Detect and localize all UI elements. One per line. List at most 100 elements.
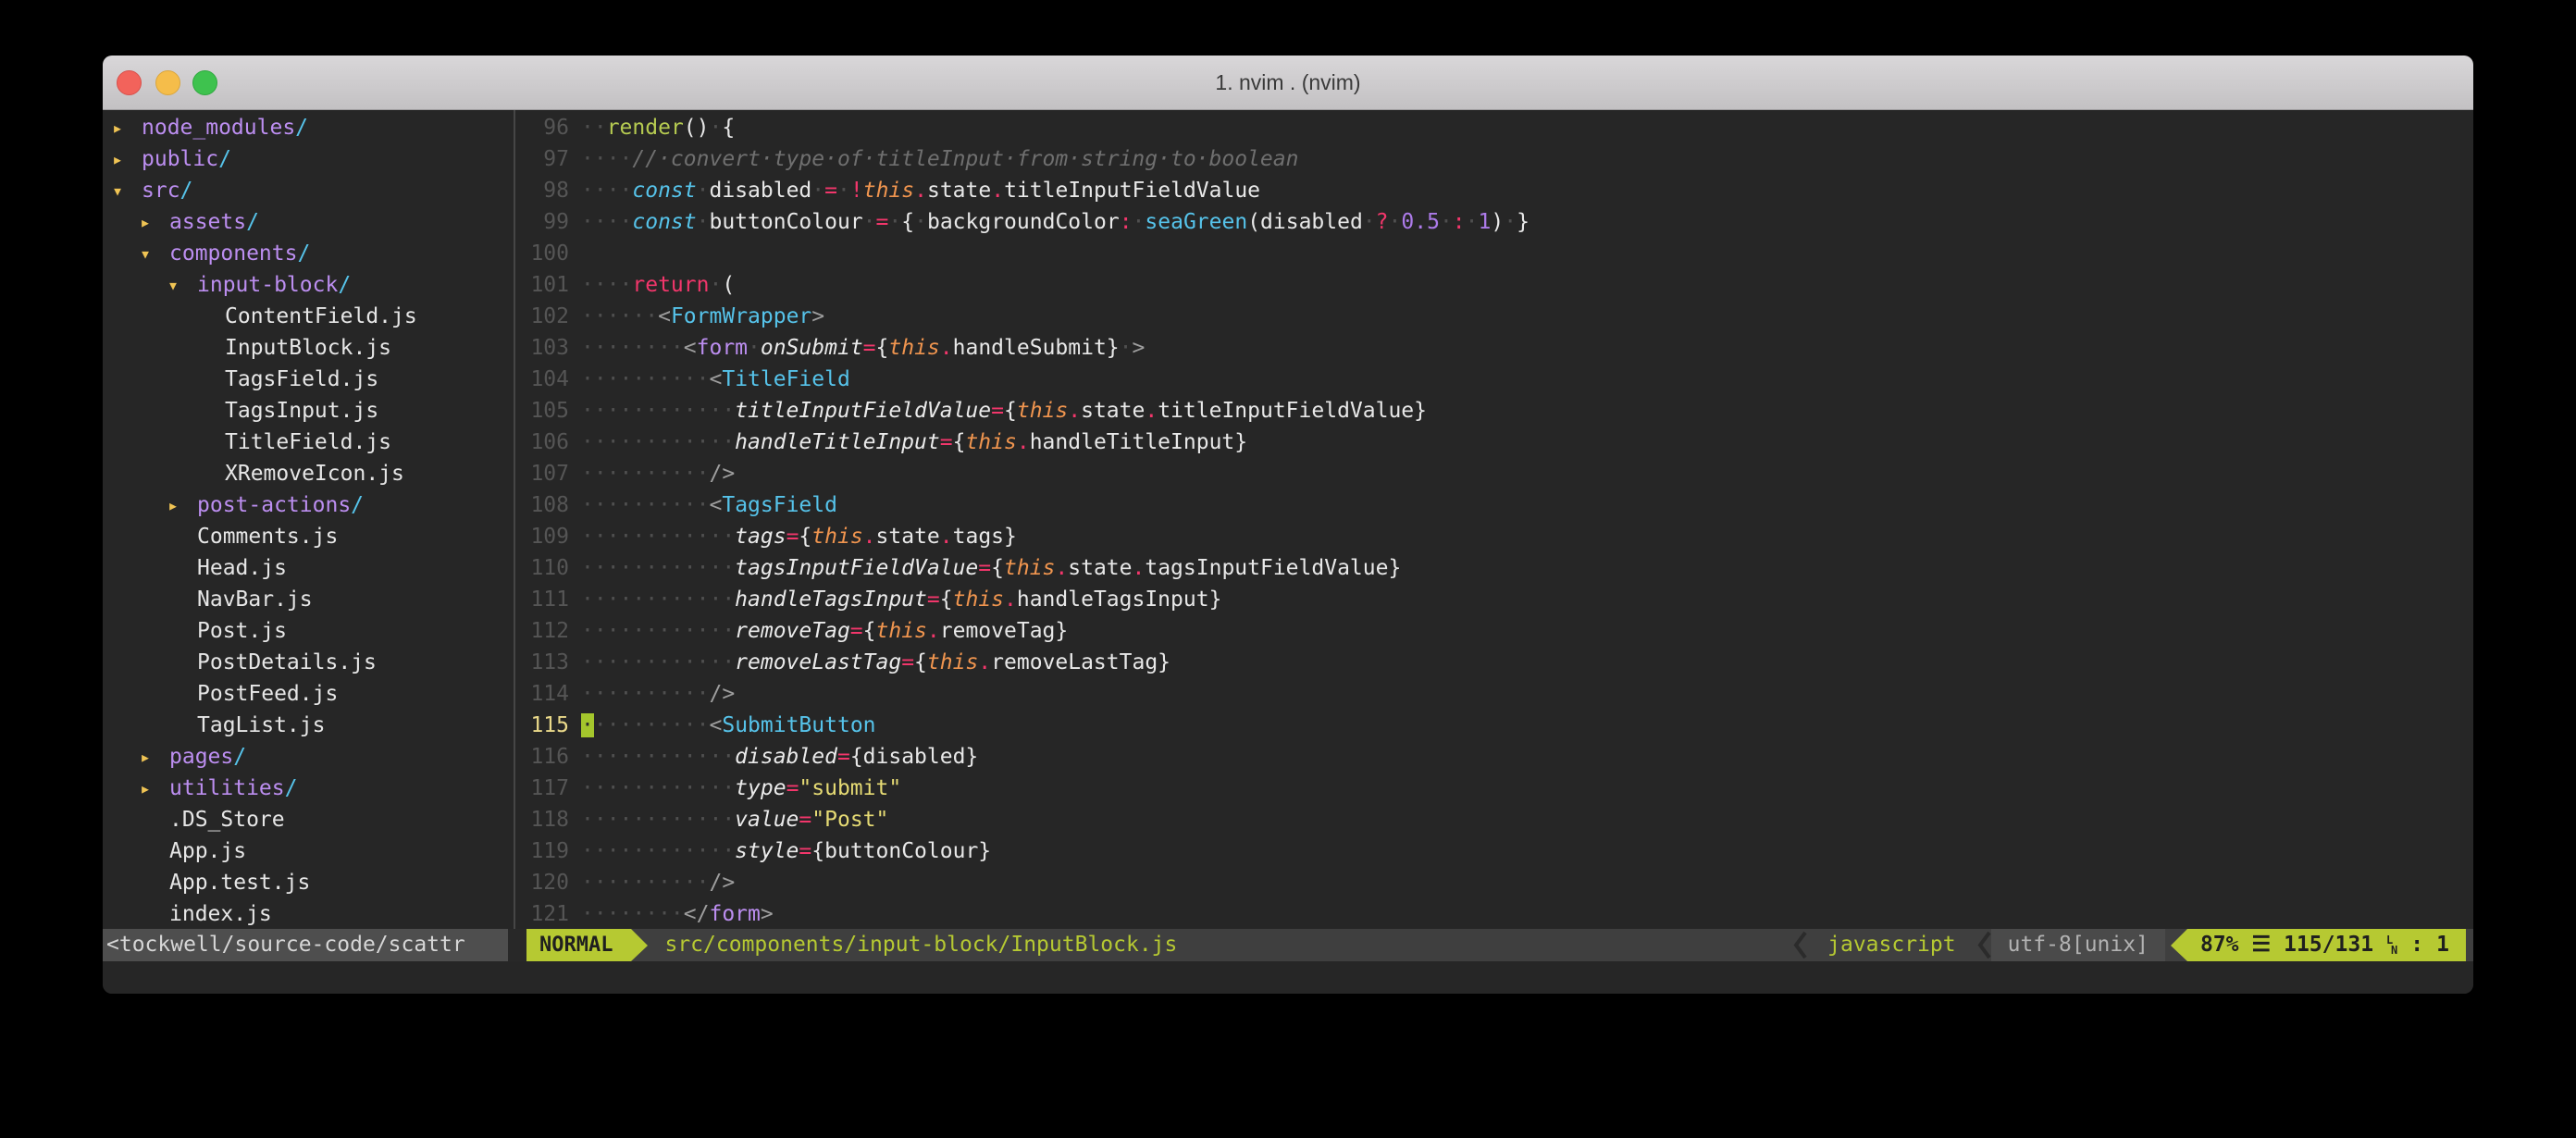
tree-item-assets[interactable]: ▸assets/ bbox=[103, 206, 514, 238]
tree-item-tagsinput-js[interactable]: TagsInput.js bbox=[103, 395, 514, 427]
tree-item-taglist-js[interactable]: TagList.js bbox=[103, 710, 514, 741]
tree-indent-spacer bbox=[195, 458, 225, 489]
tree-item-head-js[interactable]: Head.js bbox=[103, 552, 514, 584]
code-token: this bbox=[927, 650, 978, 674]
code-line-113[interactable]: 113············removeLastTag={this.remov… bbox=[515, 647, 2473, 678]
code-token: ·········· bbox=[581, 367, 709, 391]
tree-item-app-js[interactable]: App.js bbox=[103, 835, 514, 867]
tree-item-post-js[interactable]: Post.js bbox=[103, 615, 514, 647]
code-line-106[interactable]: 106············handleTitleInput={this.ha… bbox=[515, 427, 2473, 458]
tree-item-components[interactable]: ▾components/ bbox=[103, 238, 514, 269]
code-line-103[interactable]: 103········<form·onSubmit={this.handleSu… bbox=[515, 332, 2473, 364]
code-line-107[interactable]: 107··········/> bbox=[515, 458, 2473, 489]
tree-item-titlefield-js[interactable]: TitleField.js bbox=[103, 427, 514, 458]
tree-item-pages[interactable]: ▸pages/ bbox=[103, 741, 514, 773]
code-token: titleInputFieldValue} bbox=[1158, 399, 1427, 423]
chevron-right-icon: ▸ bbox=[140, 741, 169, 773]
chevron-right-icon: ▸ bbox=[140, 206, 169, 238]
tree-item-navbar-js[interactable]: NavBar.js bbox=[103, 584, 514, 615]
code-line-96[interactable]: 96··render()·{ bbox=[515, 112, 2473, 143]
command-line[interactable] bbox=[103, 961, 2473, 994]
tree-item-inputblock-js[interactable]: InputBlock.js bbox=[103, 332, 514, 364]
code-token: : bbox=[1120, 210, 1133, 234]
code-line-118[interactable]: 118············value="Post" bbox=[515, 804, 2473, 835]
code-token: tagsInputFieldValue bbox=[735, 556, 978, 580]
tree-item-app-test-js[interactable]: App.test.js bbox=[103, 867, 514, 898]
tree-item-public[interactable]: ▸public/ bbox=[103, 143, 514, 175]
code-token: · bbox=[1120, 336, 1133, 360]
code-line-98[interactable]: 98····const·disabled·=·!this.state.title… bbox=[515, 175, 2473, 206]
code-line-116[interactable]: 116············disabled={disabled} bbox=[515, 741, 2473, 773]
code-token: this bbox=[1017, 399, 1068, 423]
code-line-102[interactable]: 102······<FormWrapper> bbox=[515, 301, 2473, 332]
code-token: tags bbox=[735, 525, 786, 549]
code-token: TagsField bbox=[722, 493, 837, 517]
code-line-114[interactable]: 114··········/> bbox=[515, 678, 2473, 710]
code-line-104[interactable]: 104··········<TitleField bbox=[515, 364, 2473, 395]
directory-label: post-actions bbox=[197, 489, 351, 521]
code-line-97[interactable]: 97····//·convert·type·of·titleInput·from… bbox=[515, 143, 2473, 175]
code-line-110[interactable]: 110············tagsInputFieldValue={this… bbox=[515, 552, 2473, 584]
code-token: = bbox=[901, 650, 914, 674]
code-line-100[interactable]: 100 bbox=[515, 238, 2473, 269]
tree-item-input-block[interactable]: ▾input-block/ bbox=[103, 269, 514, 301]
tree-indent-spacer bbox=[167, 521, 197, 552]
tree-item-post-actions[interactable]: ▸post-actions/ bbox=[103, 489, 514, 521]
scroll-percent: 87% bbox=[2200, 929, 2239, 961]
code-token: FormWrapper bbox=[671, 304, 811, 328]
code-token: · bbox=[914, 210, 927, 234]
line-number-icon: LN bbox=[2386, 935, 2397, 956]
code-token: = bbox=[927, 588, 940, 612]
file-label: PostFeed.js bbox=[197, 678, 338, 710]
line-number: 118 bbox=[515, 804, 569, 835]
tree-item--ds-store[interactable]: .DS_Store bbox=[103, 804, 514, 835]
code-line-119[interactable]: 119············style={buttonColour} bbox=[515, 835, 2473, 867]
title-bar[interactable]: 1. nvim . (nvim) bbox=[103, 56, 2473, 110]
code-token: { bbox=[863, 619, 876, 643]
encoding-label: utf-8[unix] bbox=[1991, 929, 2165, 961]
code-token: < bbox=[709, 493, 722, 517]
line-number: 107 bbox=[515, 458, 569, 489]
code-line-117[interactable]: 117············type="submit" bbox=[515, 773, 2473, 804]
code-token: = bbox=[978, 556, 991, 580]
tree-item-node-modules[interactable]: ▸node_modules/ bbox=[103, 112, 514, 143]
tree-item-xremoveicon-js[interactable]: XRemoveIcon.js bbox=[103, 458, 514, 489]
code-token: this bbox=[953, 588, 1004, 612]
tree-item-index-js[interactable]: index.js bbox=[103, 898, 514, 929]
tree-item-comments-js[interactable]: Comments.js bbox=[103, 521, 514, 552]
code-line-121[interactable]: 121········</form> bbox=[515, 898, 2473, 929]
line-number: 103 bbox=[515, 332, 569, 364]
tree-item-utilities[interactable]: ▸utilities/ bbox=[103, 773, 514, 804]
code-token: titleInputFieldValue bbox=[735, 399, 991, 423]
code-token: ············ bbox=[581, 556, 735, 580]
code-token: ········ bbox=[581, 902, 684, 926]
code-token: /> bbox=[709, 682, 735, 706]
tree-item-postdetails-js[interactable]: PostDetails.js bbox=[103, 647, 514, 678]
code-token: = bbox=[876, 210, 889, 234]
code-line-111[interactable]: 111············handleTagsInput={this.han… bbox=[515, 584, 2473, 615]
code-token: titleInputFieldValue bbox=[1004, 179, 1260, 203]
code-line-101[interactable]: 101····return·( bbox=[515, 269, 2473, 301]
tree-item-tagsfield-js[interactable]: TagsField.js bbox=[103, 364, 514, 395]
tree-indent-spacer bbox=[195, 427, 225, 458]
code-token: seaGreen bbox=[1145, 210, 1247, 234]
line-number: 117 bbox=[515, 773, 569, 804]
tree-item-src[interactable]: ▾src/ bbox=[103, 175, 514, 206]
code-line-99[interactable]: 99····const·buttonColour·=·{·backgroundC… bbox=[515, 206, 2473, 238]
vim-panes: ▸node_modules/▸public/▾src/▸assets/▾comp… bbox=[103, 110, 2473, 929]
tree-item-contentfield-js[interactable]: ContentField.js bbox=[103, 301, 514, 332]
tree-item-postfeed-js[interactable]: PostFeed.js bbox=[103, 678, 514, 710]
code-line-105[interactable]: 105············titleInputFieldValue={thi… bbox=[515, 395, 2473, 427]
code-token: . bbox=[940, 525, 953, 549]
code-line-108[interactable]: 108··········<TagsField bbox=[515, 489, 2473, 521]
code-line-112[interactable]: 112············removeTag={this.removeTag… bbox=[515, 615, 2473, 647]
line-number: 99 bbox=[515, 206, 569, 238]
code-line-109[interactable]: 109············tags={this.state.tags} bbox=[515, 521, 2473, 552]
code-token: type bbox=[735, 776, 786, 800]
code-line-115[interactable]: 115··········<SubmitButton bbox=[515, 710, 2473, 741]
code-token: ········· bbox=[594, 713, 710, 737]
code-line-120[interactable]: 120··········/> bbox=[515, 867, 2473, 898]
code-token: ···· bbox=[581, 179, 632, 203]
code-token: · bbox=[748, 336, 761, 360]
code-token: removeLastTag} bbox=[991, 650, 1170, 674]
